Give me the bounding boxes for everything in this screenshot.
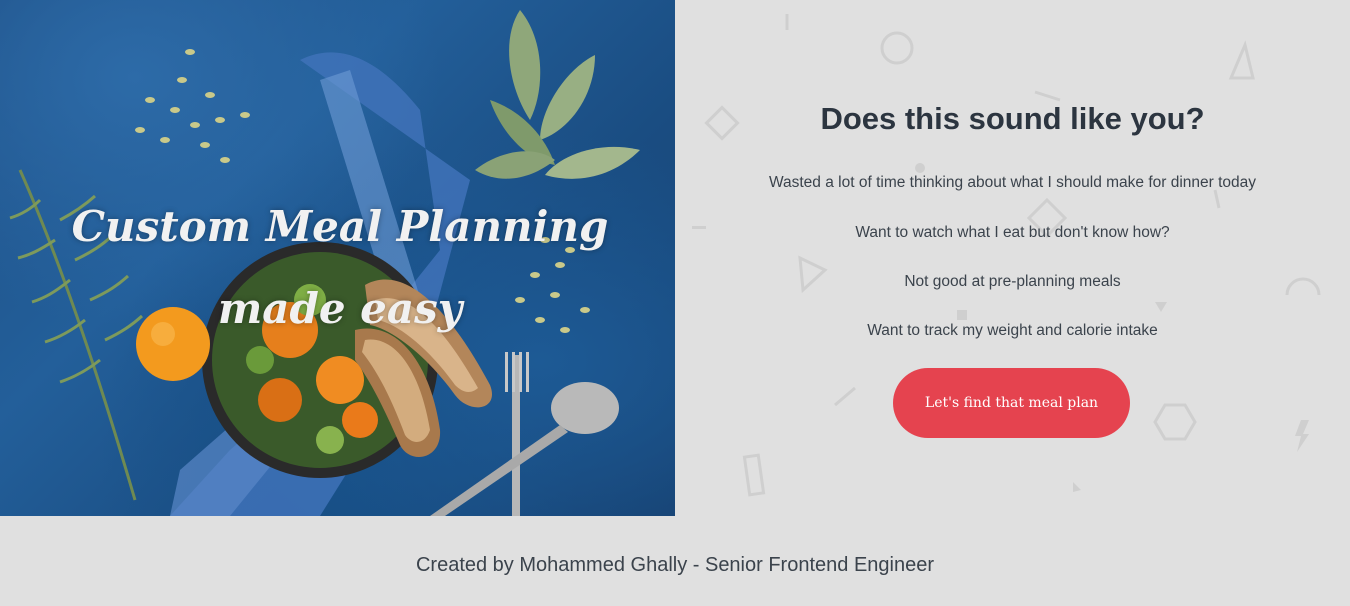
decorative-shapes-background xyxy=(692,14,1321,497)
questionnaire-panel: Does this sound like you? Wasted a lot o… xyxy=(675,0,1350,516)
pain-point-item: Want to track my weight and calorie inta… xyxy=(867,322,1158,339)
footer-credit: Created by Mohammed Ghally - Senior Fron… xyxy=(415,554,935,576)
footer: Created by Mohammed Ghally - Senior Fron… xyxy=(0,516,1350,606)
hero-image: Custom Meal Planning made easy xyxy=(0,0,675,516)
pain-point-item: Want to watch what I eat but don't know … xyxy=(855,224,1170,241)
pain-point-item: Not good at pre-planning meals xyxy=(904,273,1121,290)
hero-title: Custom Meal Planning made easy xyxy=(71,202,609,333)
section-heading: Does this sound like you? xyxy=(820,101,1205,136)
pain-point-item: Wasted a lot of time thinking about what… xyxy=(768,174,1257,191)
find-meal-plan-button[interactable]: Let's find that meal plan xyxy=(893,368,1130,438)
